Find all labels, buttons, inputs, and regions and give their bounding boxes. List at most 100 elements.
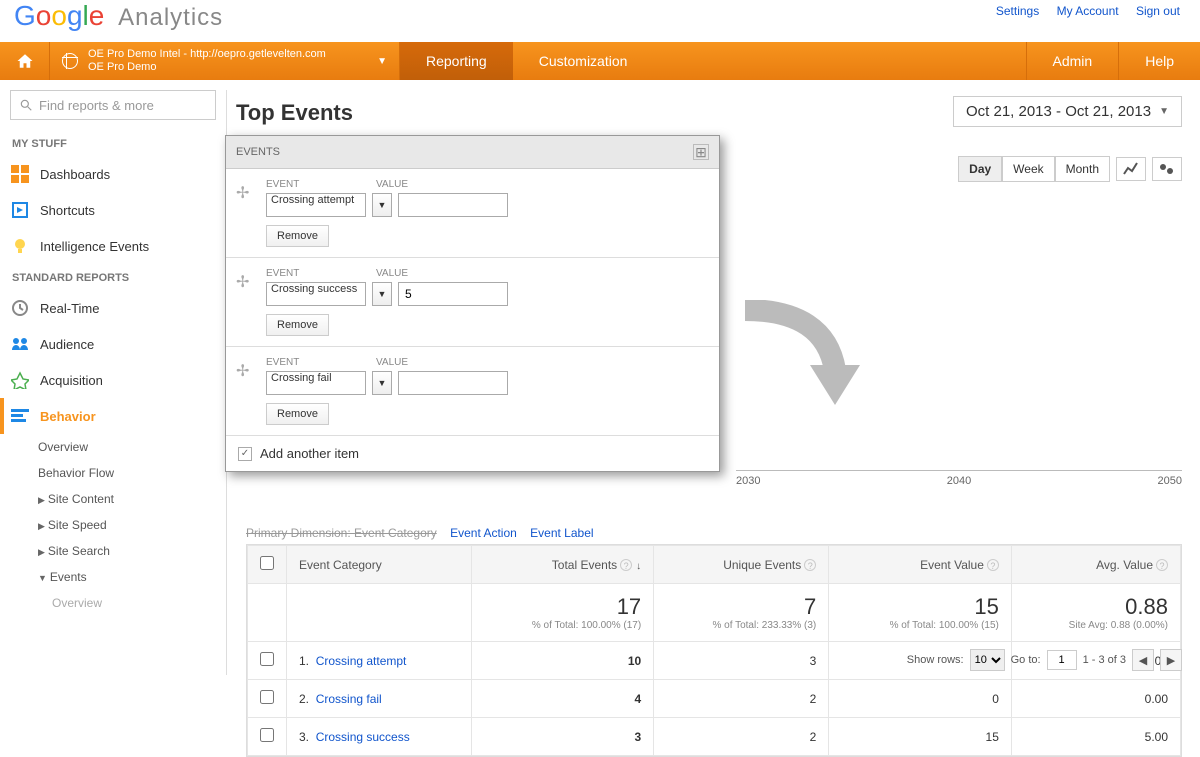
help-icon: ? [1156, 559, 1168, 571]
add-another-item[interactable]: Add another item [260, 446, 359, 461]
events-config-panel: EVENTS ⊞ ✢ EVENTVALUE Crossing attempt ▼… [225, 135, 720, 472]
nav-intelligence[interactable]: Intelligence Events [0, 228, 226, 264]
date-range-picker[interactable]: Oct 21, 2013 - Oct 21, 2013▼ [953, 96, 1182, 127]
tab-customization[interactable]: Customization [513, 42, 654, 80]
help-icon: ? [620, 559, 632, 571]
event-value-input[interactable] [398, 371, 508, 395]
sign-out-link[interactable]: Sign out [1136, 4, 1180, 18]
remove-button[interactable]: Remove [266, 225, 329, 247]
remove-button[interactable]: Remove [266, 403, 329, 425]
col-event-category[interactable]: Event Category [287, 546, 472, 584]
chevron-down-icon: ▼ [1159, 106, 1169, 117]
nav-shortcuts[interactable]: Shortcuts [0, 192, 226, 228]
account-selector[interactable]: OE Pro Demo Intel - http://oepro.getleve… [50, 42, 400, 80]
sub-behavior-flow[interactable]: Behavior Flow [0, 460, 226, 486]
col-total-events[interactable]: Total Events?↓ [471, 546, 654, 584]
nav-acquisition[interactable]: Acquisition [0, 362, 226, 398]
event-link[interactable]: Crossing fail [316, 692, 382, 706]
search-icon [19, 98, 33, 112]
account-url: OE Pro Demo Intel - http://oepro.getleve… [88, 48, 326, 61]
nav-audience[interactable]: Audience [0, 326, 226, 362]
dim-event-action[interactable]: Event Action [450, 526, 517, 540]
summary-row: 17% of Total: 100.00% (17) 7% of Total: … [248, 584, 1181, 642]
dim-event-label[interactable]: Event Label [530, 526, 593, 540]
goto-page-input[interactable] [1047, 650, 1077, 670]
account-name: OE Pro Demo [88, 61, 326, 74]
select-all-checkbox[interactable] [260, 556, 274, 570]
dashboards-icon [10, 164, 30, 184]
home-icon [16, 52, 34, 70]
sub-events[interactable]: ▼Events [0, 564, 226, 590]
tab-help[interactable]: Help [1118, 42, 1200, 80]
tab-reporting[interactable]: Reporting [400, 42, 513, 80]
nav-dashboards[interactable]: Dashboards [0, 156, 226, 192]
event-config-row: ✢ EVENTVALUE Crossing success ▼ Remove [226, 258, 719, 347]
event-select[interactable]: Crossing success [266, 282, 366, 306]
time-granularity: Day Week Month [958, 156, 1182, 182]
drag-handle-icon[interactable]: ✢ [236, 272, 249, 292]
sub-site-speed[interactable]: ▶Site Speed [0, 512, 226, 538]
sidebar: Find reports & more MY STUFF Dashboards … [0, 90, 227, 675]
event-select[interactable]: Crossing attempt [266, 193, 366, 217]
add-item-checkbox[interactable]: ✓ [238, 447, 252, 461]
event-link[interactable]: Crossing success [316, 730, 410, 744]
granularity-day[interactable]: Day [958, 156, 1002, 182]
main-nav-bar: OE Pro Demo Intel - http://oepro.getleve… [0, 42, 1200, 80]
sub-events-overview[interactable]: Overview [0, 590, 226, 616]
row-checkbox[interactable] [260, 652, 274, 666]
col-avg-value[interactable]: Avg. Value? [1011, 546, 1180, 584]
chevron-down-icon: ▼ [377, 56, 387, 67]
event-value-input[interactable] [398, 282, 508, 306]
sub-site-content[interactable]: ▶Site Content [0, 486, 226, 512]
chart-type-motion[interactable] [1152, 157, 1182, 181]
sub-overview[interactable]: Overview [0, 434, 226, 460]
bubble-icon [1159, 162, 1175, 176]
prev-page-button[interactable]: ◀ [1132, 649, 1154, 671]
settings-link[interactable]: Settings [996, 4, 1039, 18]
granularity-week[interactable]: Week [1002, 156, 1054, 182]
my-account-link[interactable]: My Account [1057, 4, 1119, 18]
shortcuts-icon [10, 200, 30, 220]
table-row: 2. Crossing fail 4200.00 [248, 680, 1181, 718]
remove-button[interactable]: Remove [266, 314, 329, 336]
panel-expand-button[interactable]: ⊞ [693, 144, 709, 160]
event-link[interactable]: Crossing attempt [316, 654, 407, 668]
sort-arrow-icon: ↓ [636, 561, 641, 572]
behavior-icon [10, 406, 30, 426]
next-page-button[interactable]: ▶ [1160, 649, 1182, 671]
section-standard: STANDARD REPORTS [0, 264, 226, 290]
drag-handle-icon[interactable]: ✢ [236, 183, 249, 203]
search-input[interactable]: Find reports & more [10, 90, 216, 120]
event-config-row: ✢ EVENTVALUE Crossing attempt ▼ Remove [226, 169, 719, 258]
row-checkbox[interactable] [260, 728, 274, 742]
help-icon: ? [804, 559, 816, 571]
help-icon: ? [987, 559, 999, 571]
nav-behavior[interactable]: Behavior [0, 398, 226, 434]
chart-type-line[interactable] [1116, 157, 1146, 181]
col-unique-events[interactable]: Unique Events? [654, 546, 829, 584]
globe-icon [62, 53, 78, 69]
event-config-row: ✢ EVENTVALUE Crossing fail ▼ Remove [226, 347, 719, 436]
acquisition-icon [10, 370, 30, 390]
table-pager: Show rows: 10 Go to: 1 - 3 of 3 ◀ ▶ [907, 649, 1182, 671]
dropdown-button[interactable]: ▼ [372, 193, 392, 217]
rows-select[interactable]: 10 [970, 649, 1005, 671]
drag-handle-icon[interactable]: ✢ [236, 361, 249, 381]
home-button[interactable] [0, 42, 50, 80]
bulb-icon [10, 236, 30, 256]
granularity-month[interactable]: Month [1055, 156, 1110, 182]
panel-title: EVENTS [236, 146, 280, 158]
sub-site-search[interactable]: ▶Site Search [0, 538, 226, 564]
tab-admin[interactable]: Admin [1026, 42, 1119, 80]
google-analytics-logo: Google Analytics [14, 0, 223, 33]
nav-realtime[interactable]: Real-Time [0, 290, 226, 326]
col-event-value[interactable]: Event Value? [829, 546, 1012, 584]
row-checkbox[interactable] [260, 690, 274, 704]
event-value-input[interactable] [398, 193, 508, 217]
event-select[interactable]: Crossing fail [266, 371, 366, 395]
chart-x-axis: 203020402050 [736, 470, 1182, 490]
clock-icon [10, 298, 30, 318]
dropdown-button[interactable]: ▼ [372, 282, 392, 306]
dropdown-button[interactable]: ▼ [372, 371, 392, 395]
section-my-stuff: MY STUFF [0, 130, 226, 156]
